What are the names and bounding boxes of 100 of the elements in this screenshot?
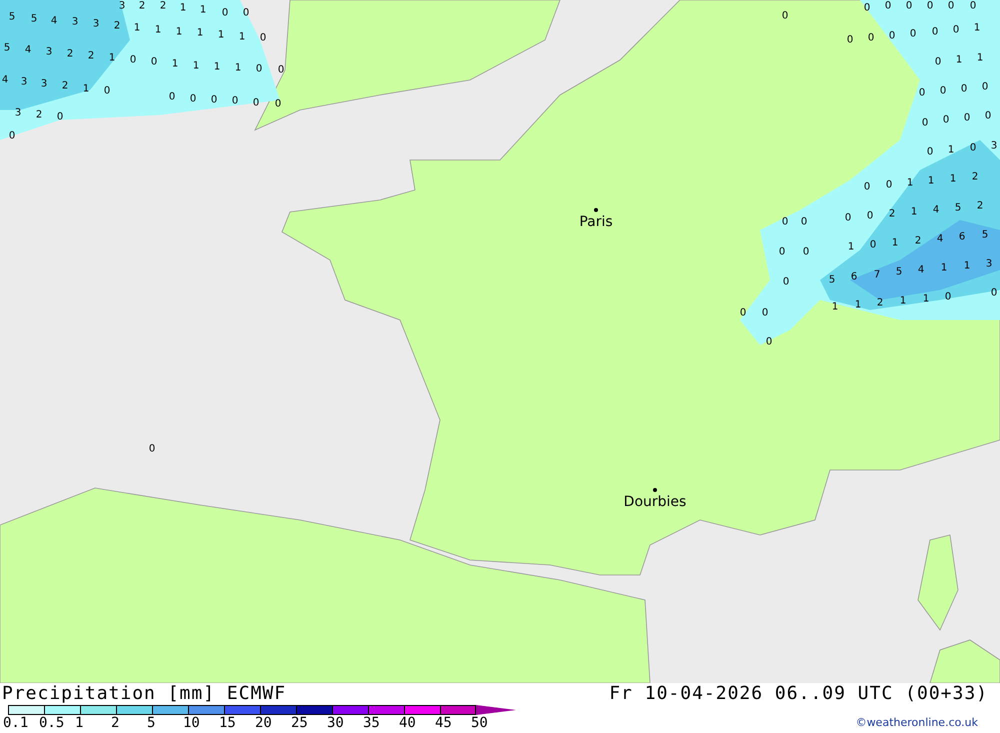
precipitation-value: 1 bbox=[180, 2, 186, 14]
precipitation-value: 1 bbox=[956, 54, 962, 66]
precipitation-value: 0 bbox=[922, 118, 928, 128]
precipitation-value: 0 bbox=[886, 180, 892, 190]
legend-label: 40 bbox=[399, 715, 417, 731]
precipitation-value: 0 bbox=[778, 246, 786, 258]
precipitation-value: 1 bbox=[154, 24, 162, 36]
precipitation-value: 0 bbox=[926, 0, 934, 12]
precipitation-value: 0 bbox=[910, 28, 916, 40]
precipitation-value: 0 bbox=[984, 110, 992, 122]
precipitation-value: 2 bbox=[62, 80, 68, 92]
precipitation-value: 0 bbox=[242, 8, 250, 18]
precipitation-value: 1 bbox=[950, 174, 956, 184]
precipitation-value: 3 bbox=[20, 76, 28, 88]
precipitation-value: 4 bbox=[2, 74, 8, 86]
precipitation-value: 1 bbox=[910, 206, 918, 218]
legend-label: 30 bbox=[327, 715, 345, 731]
precipitation-value: 0 bbox=[866, 210, 874, 222]
precipitation-value: 0 bbox=[8, 130, 16, 142]
precipitation-value: 3 bbox=[118, 0, 126, 12]
precipitation-value: 3 bbox=[40, 78, 48, 90]
legend-label: 35 bbox=[363, 715, 381, 731]
precipitation-value: 1 bbox=[200, 4, 206, 16]
precipitation-value: 3 bbox=[14, 108, 22, 118]
precipitation-value: 2 bbox=[66, 48, 74, 60]
city-label: Dourbies bbox=[624, 494, 686, 510]
precipitation-value: 0 bbox=[884, 0, 892, 12]
precipitation-value: 0 bbox=[940, 86, 946, 96]
precipitation-value: 2 bbox=[114, 20, 120, 32]
precipitation-value: 0 bbox=[168, 92, 176, 102]
precipitation-value: 2 bbox=[138, 0, 146, 12]
precipitation-value: 2 bbox=[160, 0, 166, 12]
precipitation-value: 1 bbox=[906, 178, 914, 188]
precipitation-value: 0 bbox=[190, 94, 196, 104]
precipitation-value: 0 bbox=[990, 288, 998, 298]
precipitation-value: 0 bbox=[802, 246, 810, 258]
precipitation-value: 5 bbox=[4, 42, 10, 54]
precipitation-value: 1 bbox=[218, 30, 224, 40]
precipitation-value: 1 bbox=[928, 176, 934, 186]
legend-label: 5 bbox=[147, 715, 156, 731]
precipitation-value: 1 bbox=[892, 238, 898, 248]
precipitation-value: 0 bbox=[782, 216, 788, 228]
precipitation-value: 0 bbox=[260, 32, 266, 44]
precipitation-value: 1 bbox=[974, 22, 980, 34]
precipitation-value: 5 bbox=[30, 14, 38, 24]
precipitation-value: 5 bbox=[896, 266, 902, 278]
precipitation-value: 6 bbox=[958, 232, 966, 242]
precipitation-value: 0 bbox=[960, 84, 968, 94]
legend-label: 15 bbox=[219, 715, 237, 731]
precipitation-value: 1 bbox=[192, 60, 200, 72]
precipitation-value: 0 bbox=[918, 88, 926, 98]
precipitation-value: 1 bbox=[948, 144, 954, 156]
precipitation-value: 7 bbox=[874, 270, 880, 280]
precipitation-value: 0 bbox=[766, 336, 772, 348]
precipitation-value: 0 bbox=[864, 2, 870, 14]
precipitation-value: 5 bbox=[828, 274, 836, 286]
precipitation-value: 1 bbox=[976, 52, 984, 64]
precipitation-value: 1 bbox=[900, 296, 906, 306]
legend-label: 2 bbox=[111, 715, 120, 731]
precipitation-value: 4 bbox=[932, 204, 940, 216]
precipitation-value: 0 bbox=[982, 82, 988, 92]
precipitation-value: 1 bbox=[196, 28, 204, 38]
credit-link[interactable]: ©weatheronline.co.uk bbox=[856, 716, 978, 729]
precipitation-value: 0 bbox=[256, 64, 262, 74]
precipitation-value: 1 bbox=[82, 84, 90, 94]
precipitation-value: 4 bbox=[918, 264, 924, 276]
precipitation-value: 2 bbox=[36, 110, 42, 120]
legend-label: 45 bbox=[435, 715, 453, 731]
precipitation-value: 5 bbox=[982, 230, 988, 240]
precipitation-value: 0 bbox=[888, 30, 896, 42]
precipitation-value: 0 bbox=[970, 0, 976, 12]
precipitation-value: 0 bbox=[934, 56, 942, 68]
precipitation-value: 1 bbox=[854, 300, 862, 310]
precipitation-value: 5 bbox=[8, 12, 16, 22]
precipitation-value: 2 bbox=[88, 50, 94, 62]
precipitation-value: 0 bbox=[104, 86, 110, 96]
precipitation-value: 0 bbox=[906, 0, 912, 12]
precipitation-value: 3 bbox=[986, 258, 992, 270]
precipitation-value: 3 bbox=[990, 140, 998, 152]
precipitation-value: 4 bbox=[50, 16, 58, 26]
precipitation-value: 1 bbox=[214, 62, 220, 72]
precipitation-value: 0 bbox=[942, 114, 950, 126]
precipitation-value: 0 bbox=[278, 64, 284, 76]
precipitation-value: 0 bbox=[800, 216, 808, 228]
precipitation-value: 1 bbox=[108, 52, 116, 64]
legend-label: 1 bbox=[75, 715, 84, 731]
city-label: Paris bbox=[579, 214, 613, 230]
legend-label: 25 bbox=[291, 715, 309, 731]
precipitation-value: 0 bbox=[130, 54, 136, 66]
precipitation-value: 0 bbox=[782, 276, 790, 288]
precipitation-value: 0 bbox=[864, 182, 870, 192]
legend-label: 50 bbox=[471, 715, 489, 731]
precipitation-value: 3 bbox=[72, 16, 78, 28]
precipitation-value: 0 bbox=[252, 98, 260, 108]
precipitation-value: 0 bbox=[932, 26, 938, 38]
precipitation-value: 4 bbox=[936, 234, 944, 244]
precipitation-value: 1 bbox=[134, 22, 140, 34]
precipitation-value: 2 bbox=[888, 208, 896, 220]
chart-title: Precipitation [mm] ECMWF bbox=[2, 683, 286, 705]
precipitation-value: 1 bbox=[238, 32, 246, 42]
